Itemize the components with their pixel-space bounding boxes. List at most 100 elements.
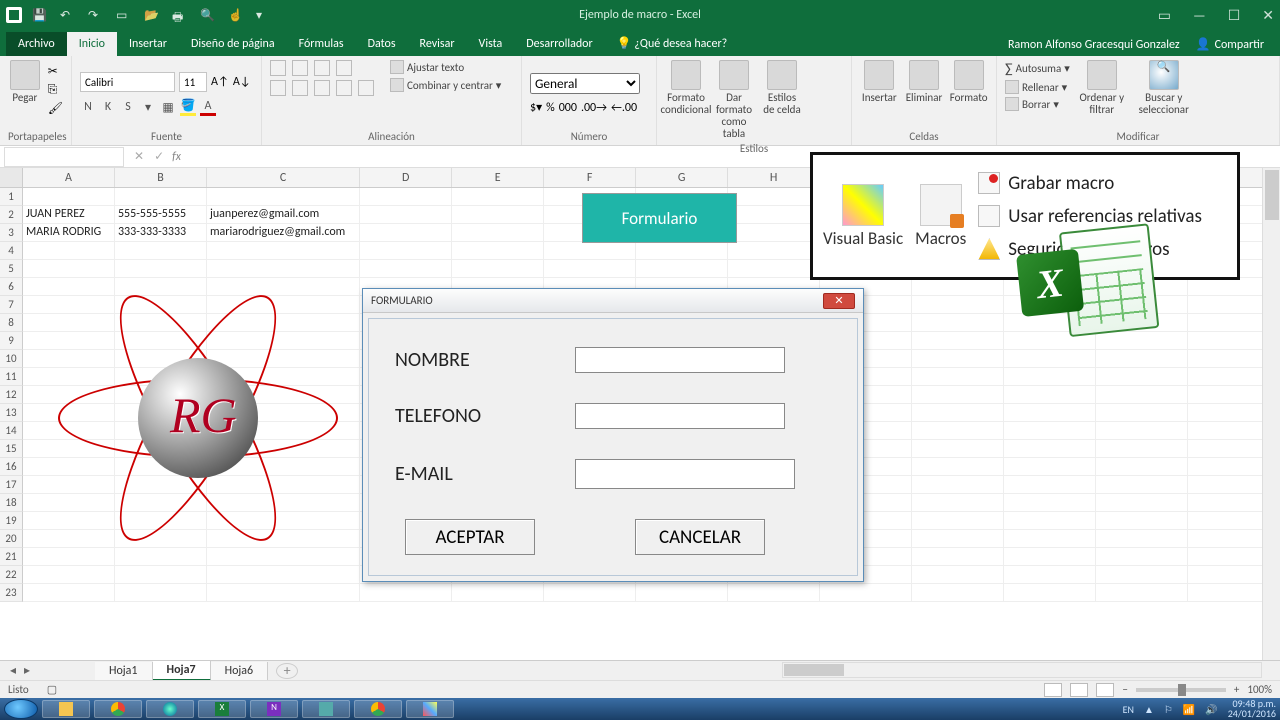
- macros-button[interactable]: Macros: [915, 184, 966, 249]
- cell[interactable]: 333-333-3333: [115, 224, 207, 242]
- cell[interactable]: [1004, 530, 1096, 548]
- row-header[interactable]: 18: [0, 494, 23, 512]
- row-header[interactable]: 3: [0, 224, 23, 242]
- cell[interactable]: JUAN PEREZ: [23, 206, 115, 224]
- page-break-view-icon[interactable]: [1096, 683, 1114, 697]
- cell[interactable]: [207, 566, 360, 584]
- tab-vista[interactable]: Vista: [467, 32, 515, 56]
- undo-icon[interactable]: ↶: [60, 8, 75, 23]
- sort-filter-button[interactable]: Ordenar y filtrar: [1076, 60, 1128, 116]
- cell[interactable]: [23, 260, 115, 278]
- tray-up-icon[interactable]: ▲: [1144, 703, 1154, 716]
- col-header-B[interactable]: B: [115, 168, 207, 187]
- zoom-out-icon[interactable]: −: [1122, 683, 1127, 696]
- taskbar-excel[interactable]: X: [198, 700, 246, 718]
- format-cells-button[interactable]: Formato: [949, 60, 988, 104]
- cell[interactable]: [1096, 458, 1188, 476]
- row-header[interactable]: 11: [0, 368, 23, 386]
- zoom-level[interactable]: 100%: [1247, 683, 1272, 696]
- cell[interactable]: [1004, 368, 1096, 386]
- cell[interactable]: [1096, 368, 1188, 386]
- cell[interactable]: [912, 332, 1004, 350]
- start-button[interactable]: [4, 699, 38, 719]
- cell[interactable]: [452, 242, 544, 260]
- col-header-D[interactable]: D: [360, 168, 452, 187]
- maximize-icon[interactable]: ☐: [1228, 7, 1241, 24]
- cell[interactable]: [1096, 548, 1188, 566]
- tray-flag-icon[interactable]: ⚐: [1164, 703, 1173, 716]
- italic-button[interactable]: K: [100, 100, 116, 114]
- new-icon[interactable]: ▭: [116, 8, 131, 23]
- cell[interactable]: [912, 476, 1004, 494]
- col-header-C[interactable]: C: [207, 168, 360, 187]
- cell[interactable]: [360, 260, 452, 278]
- taskbar-app1[interactable]: [302, 700, 350, 718]
- cell[interactable]: [544, 260, 636, 278]
- orientation-icon[interactable]: [336, 60, 352, 76]
- cell[interactable]: [23, 188, 115, 206]
- wrap-text-button[interactable]: Ajustar texto: [390, 60, 501, 74]
- cell[interactable]: [452, 206, 544, 224]
- enter-fx-icon[interactable]: ✓: [154, 149, 164, 164]
- cell[interactable]: [207, 242, 360, 260]
- tell-me[interactable]: 💡 ¿Qué desea hacer?: [605, 31, 740, 56]
- row-header[interactable]: 21: [0, 548, 23, 566]
- align-left-icon[interactable]: [270, 80, 286, 96]
- cell[interactable]: [1004, 548, 1096, 566]
- nombre-input[interactable]: [575, 347, 785, 373]
- taskbar-onenote[interactable]: N: [250, 700, 298, 718]
- cell[interactable]: [1004, 512, 1096, 530]
- cell[interactable]: [1096, 530, 1188, 548]
- tab-nav-last-icon[interactable]: ▸: [24, 663, 30, 678]
- dialog-close-button[interactable]: ✕: [823, 293, 855, 309]
- cell[interactable]: [728, 224, 820, 242]
- record-macro-button[interactable]: Grabar macro: [978, 172, 1202, 195]
- zoom-slider[interactable]: [1136, 688, 1226, 692]
- cell[interactable]: [636, 584, 728, 602]
- clear-button[interactable]: Borrar ▾: [1005, 97, 1070, 111]
- tray-network-icon[interactable]: 📶: [1183, 703, 1195, 716]
- cell[interactable]: [1096, 476, 1188, 494]
- cell[interactable]: [728, 206, 820, 224]
- cell[interactable]: [23, 548, 115, 566]
- user-name[interactable]: Ramon Alfonso Gracesqui Gonzalez: [1008, 38, 1180, 52]
- indent-dec-icon[interactable]: [336, 80, 352, 96]
- cell[interactable]: [912, 440, 1004, 458]
- paste-button[interactable]: Pegar: [8, 60, 42, 104]
- autosum-button[interactable]: ∑Autosuma ▾: [1005, 60, 1070, 77]
- vertical-scrollbar[interactable]: [1262, 168, 1280, 660]
- col-header-A[interactable]: A: [23, 168, 115, 187]
- cell[interactable]: [1096, 512, 1188, 530]
- ribbon-options-icon[interactable]: ▭: [1158, 7, 1171, 24]
- tray-volume-icon[interactable]: 🔊: [1205, 703, 1217, 716]
- cell[interactable]: [23, 242, 115, 260]
- cell[interactable]: [728, 242, 820, 260]
- qat-more-icon[interactable]: ▾: [256, 8, 271, 23]
- cell[interactable]: [912, 422, 1004, 440]
- currency-icon[interactable]: $▾: [530, 100, 542, 115]
- tab-diseno[interactable]: Diseño de página: [179, 32, 287, 56]
- align-center-icon[interactable]: [292, 80, 308, 96]
- cell[interactable]: [360, 206, 452, 224]
- tab-inicio[interactable]: Inicio: [67, 32, 117, 56]
- cell[interactable]: [1096, 440, 1188, 458]
- cell[interactable]: [728, 260, 820, 278]
- cell[interactable]: [115, 548, 207, 566]
- cell[interactable]: [912, 494, 1004, 512]
- insert-cells-button[interactable]: Insertar: [860, 60, 899, 104]
- tab-file[interactable]: Archivo: [6, 32, 67, 56]
- row-header[interactable]: 1: [0, 188, 23, 206]
- merge-center-button[interactable]: Combinar y centrar ▾: [390, 78, 501, 92]
- open-icon[interactable]: 📂: [144, 8, 159, 23]
- cell[interactable]: [544, 242, 636, 260]
- formulario-sheet-button[interactable]: Formulario: [582, 193, 737, 243]
- cell[interactable]: [452, 260, 544, 278]
- find-select-button[interactable]: 🔍Buscar y seleccionar: [1134, 60, 1194, 116]
- cell[interactable]: [1004, 404, 1096, 422]
- font-color-icon[interactable]: A: [200, 99, 216, 116]
- indent-inc-icon[interactable]: [358, 80, 374, 96]
- touch-icon[interactable]: ☝: [228, 8, 243, 23]
- cell-styles-button[interactable]: Estilos de celda: [761, 60, 803, 116]
- save-icon[interactable]: 💾: [32, 8, 47, 23]
- cancel-fx-icon[interactable]: ✕: [134, 149, 144, 164]
